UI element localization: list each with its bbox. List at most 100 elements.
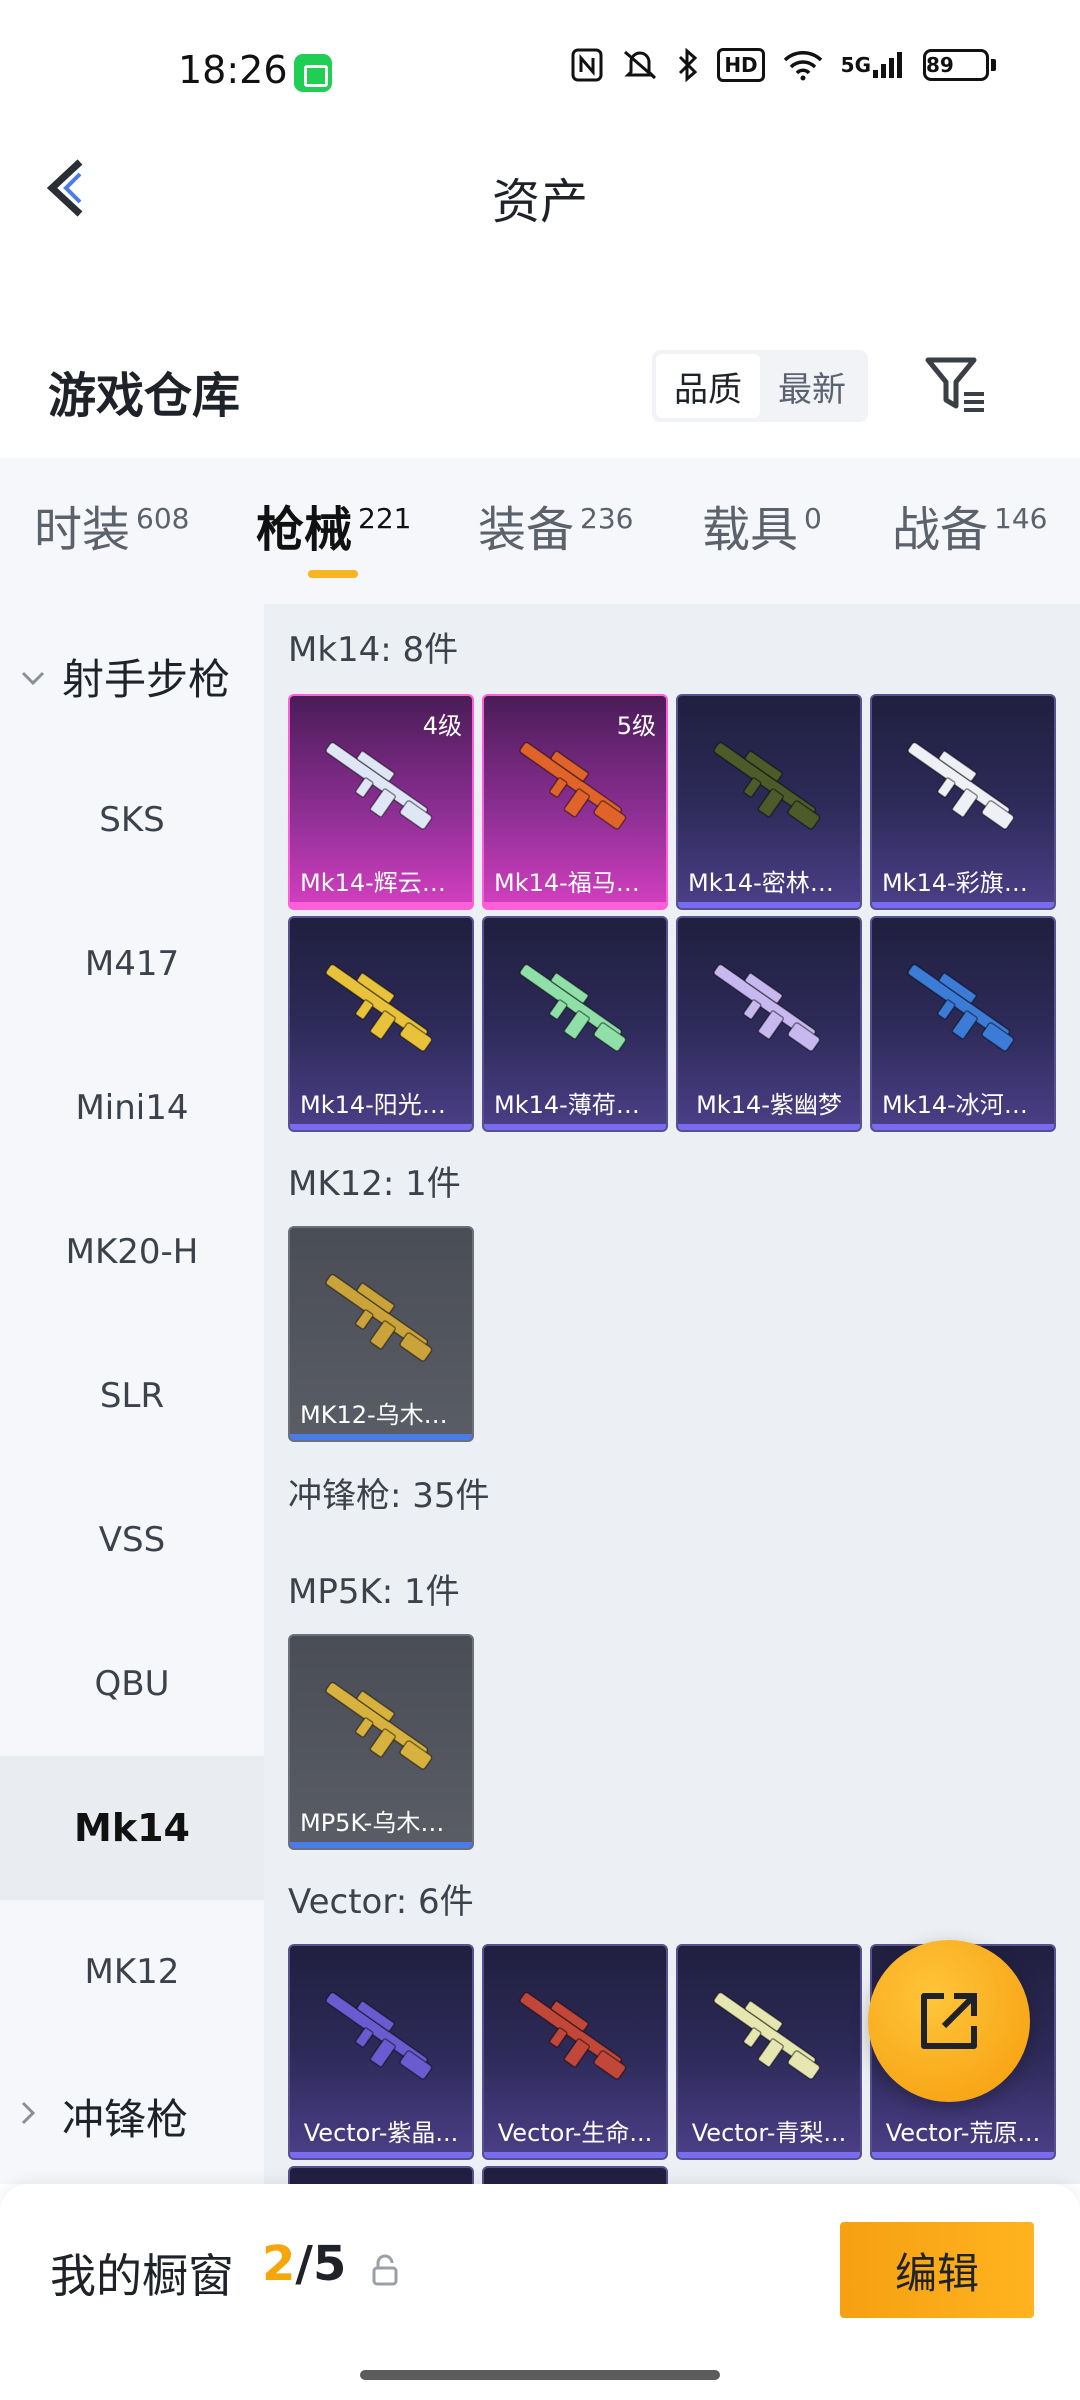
tab-vehicles[interactable]: 载具 0 [702,500,822,560]
sort-newest[interactable]: 最新 [760,354,864,418]
status-icons: HD 5G 89 [571,48,996,82]
showcase-total: 5 [312,2236,347,2292]
showcase-current: 2 [262,2236,296,2292]
weapon-card[interactable]: MP5K-乌木金... [288,1634,474,1850]
weapon-icon [713,963,821,1052]
weapon-icon [907,963,1015,1052]
weapon-name: MP5K-乌木金... [300,1809,468,1837]
chevron-down-icon [20,660,50,693]
tab-equipment[interactable]: 装备 236 [478,500,633,560]
sort-quality[interactable]: 品质 [656,354,760,418]
weapon-card[interactable]: Vector-生命... [482,1944,668,2160]
home-indicator[interactable] [360,2370,720,2380]
level-badge: 4级 [422,712,462,740]
filter-icon [925,357,984,412]
sidebar-item-m417[interactable]: M417 [0,892,264,1036]
weapon-icon [325,1273,433,1362]
app-notification-icon [294,54,332,92]
weapon-icon [519,1991,627,2080]
tab-label: 时装 [34,502,131,558]
section-title-mk14: Mk14: 8件 [288,630,459,670]
weapon-icon [713,1991,821,2080]
weapon-icon [713,741,821,830]
warehouse-title: 游戏仓库 [48,368,241,424]
sidebar-item-mk20h[interactable]: MK20-H [0,1180,264,1324]
weapon-name: Mk14-彩旗巡... [882,869,1051,897]
weapon-card[interactable]: Mk14-紫幽梦 [676,916,862,1132]
network-type: 5G [840,53,871,77]
tab-active-indicator [308,570,358,578]
weapon-card[interactable]: Mk14-阳光菠... [288,916,474,1132]
section-title-vector: Vector: 6件 [288,1882,474,1922]
showcase-separator: / [295,2236,313,2292]
weapon-card[interactable]: Vector-紫晶... [288,1944,474,2160]
tab-count: 146 [994,502,1048,535]
tab-supplies[interactable]: 战备 146 [892,500,1047,560]
sidebar-item-slr[interactable]: SLR [0,1324,264,1468]
weapon-name: Vector-荒原... [885,2119,1041,2147]
tab-label: 战备 [892,502,989,558]
tab-fashion[interactable]: 时装 608 [34,500,189,560]
sidebar-group-label: 冲锋枪 [62,2094,189,2144]
weapon-icon [519,963,627,1052]
category-tabs: 时装 608 枪械 221 装备 236 载具 0 战备 146 [0,458,1080,604]
weapon-icon [325,741,433,830]
weapon-name: Mk14-冰河战... [882,1091,1051,1119]
battery-level: 89 [923,49,989,81]
tab-guns[interactable]: 枪械 221 [256,500,411,560]
share-button[interactable] [868,1940,1030,2102]
sidebar-item-sks[interactable]: SKS [0,748,264,892]
sidebar-item-mk14[interactable]: Mk14 [0,1756,264,1900]
sidebar-item-mk12[interactable]: MK12 [0,1900,264,2044]
signal-icon: 5G [841,50,905,80]
showcase-count: 2/5 [262,2236,346,2292]
section-title-smg: 冲锋枪: 35件 [288,1476,490,1516]
weapon-icon [325,963,433,1052]
sidebar-group-marksman-rifle[interactable]: 射手步枪 [0,604,264,748]
showcase-panel: 我的橱窗 2/5 编辑 [0,2184,1080,2400]
sidebar-item-mini14[interactable]: Mini14 [0,1036,264,1180]
battery-icon: 89 [923,49,996,81]
sidebar-item-vss[interactable]: VSS [0,1468,264,1612]
weapon-name: Mk14-薄荷星... [494,1091,663,1119]
weapon-card[interactable]: Mk14-薄荷星... [482,916,668,1132]
weapon-card[interactable]: Vector-青梨... [676,1944,862,2160]
status-bar: 18:26 HD 5G 89 [0,0,1080,140]
weapon-card[interactable]: MK12-乌木金... [288,1226,474,1442]
weapon-card[interactable]: Mk14-冰河战... [870,916,1056,1132]
sort-toggle[interactable]: 品质 最新 [652,350,868,422]
edit-button[interactable]: 编辑 [840,2222,1034,2318]
level-badge: 5级 [616,712,656,740]
mute-icon [621,48,659,82]
wifi-icon [783,49,823,81]
weapon-name: Vector-生命... [497,2119,653,2147]
weapon-name: Mk14-福马献... [494,869,663,897]
weapon-card[interactable]: 4级 Mk14-辉云木... [288,694,474,910]
weapon-icon [325,1991,433,2080]
weapon-card[interactable]: 5级 Mk14-福马献... [482,694,668,910]
sidebar-group-smg[interactable]: 冲锋枪 [0,2044,264,2188]
sidebar-item-qbu[interactable]: QBU [0,1612,264,1756]
weapon-icon [519,741,627,830]
weapon-name: Mk14-辉云木... [300,869,469,897]
tab-label: 载具 [702,502,799,558]
weapon-card[interactable]: Mk14-密林猎... [676,694,862,910]
lock-icon [372,2254,398,2286]
chevron-right-icon [20,2100,50,2133]
showcase-label: 我的橱窗 [50,2249,234,2303]
filter-button[interactable] [922,352,988,418]
weapon-card[interactable]: Mk14-彩旗巡... [870,694,1056,910]
weapon-type-sidebar: 射手步枪 SKS M417 Mini14 MK20-H SLR VSS QBU … [0,604,264,2184]
share-icon [921,1993,977,2049]
tab-label: 装备 [478,502,575,558]
weapon-name: Vector-紫晶... [303,2119,459,2147]
weapon-name: Mk14-密林猎... [688,869,857,897]
sidebar-group-label: 射手步枪 [62,654,231,704]
status-time: 18:26 [178,48,288,92]
tab-count: 221 [358,502,412,535]
weapon-card[interactable] [482,2166,668,2184]
section-title-mk12: MK12: 1件 [288,1164,461,1204]
tab-count: 236 [580,502,634,535]
page-title: 资产 [491,174,588,230]
weapon-card[interactable] [288,2166,474,2184]
